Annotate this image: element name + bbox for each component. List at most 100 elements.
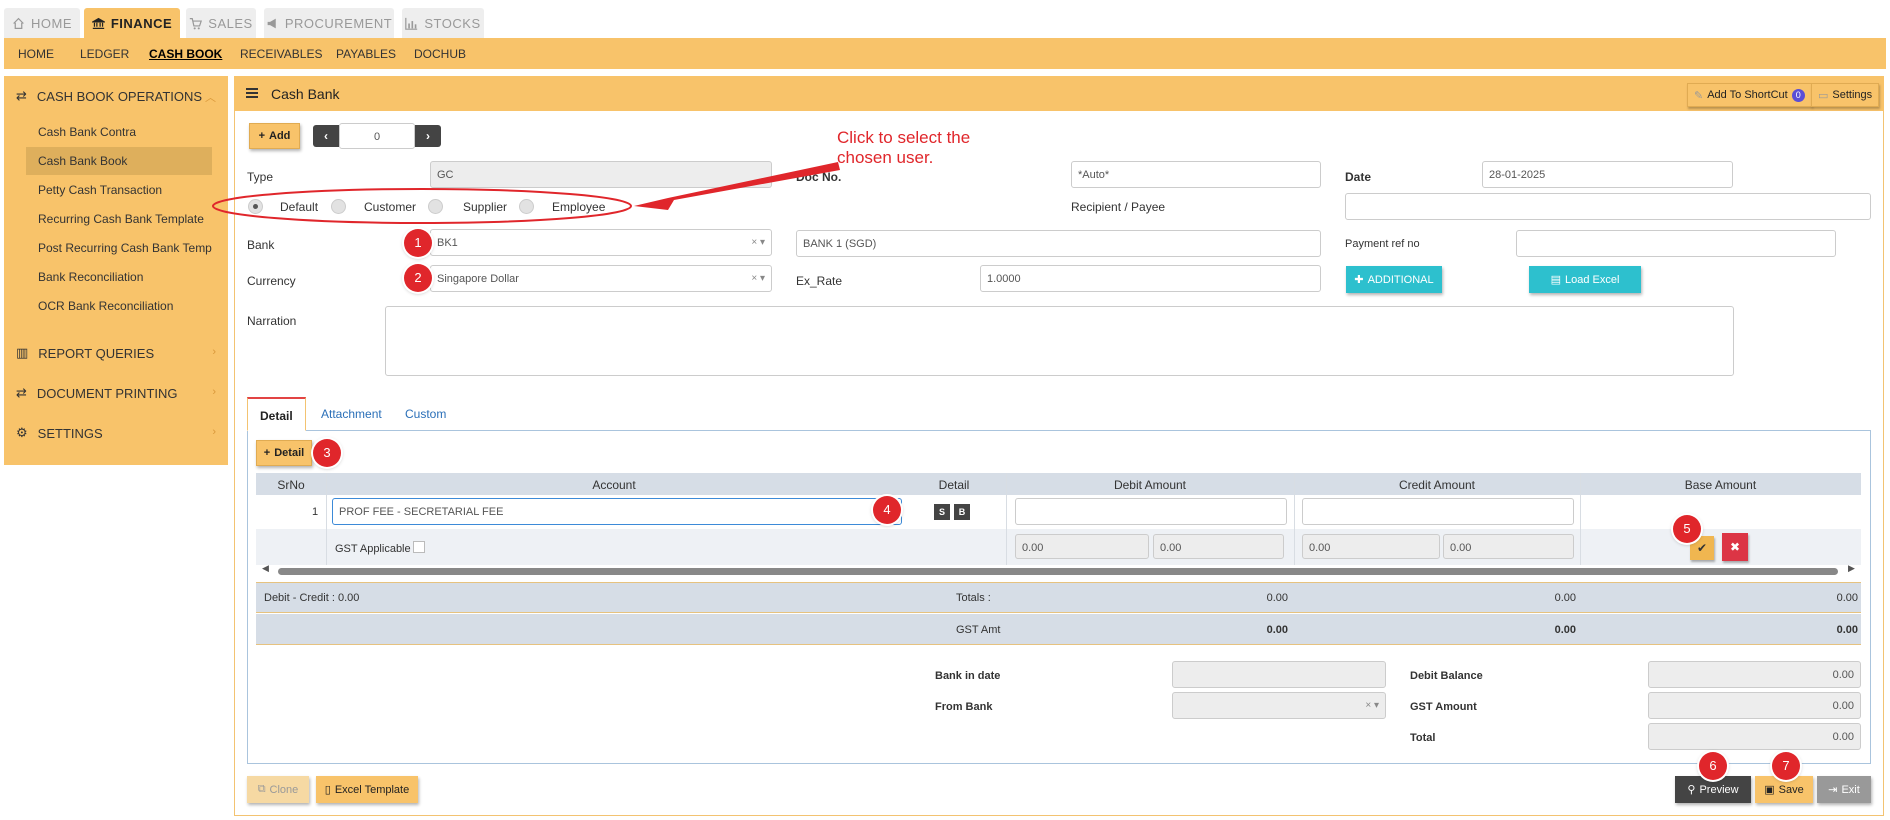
radio-supplier[interactable] bbox=[428, 199, 443, 214]
radio-employee[interactable] bbox=[519, 199, 534, 214]
excel-template-button[interactable]: ▯ Excel Template bbox=[316, 776, 418, 803]
annotation-text-line2: chosen user. bbox=[837, 148, 934, 167]
gst-credit-input-2[interactable]: 0.00 bbox=[1443, 534, 1574, 559]
sidebar-item-post-recurring[interactable]: Post Recurring Cash Bank Templ... bbox=[26, 234, 212, 262]
add-detail-button[interactable]: + Detail bbox=[256, 440, 312, 466]
radio-default-label: Default bbox=[280, 200, 319, 214]
gst-applicable-checkbox[interactable] bbox=[413, 541, 425, 553]
module-tab-label: SALES bbox=[208, 15, 253, 31]
annotation-text-line1: Click to select the bbox=[837, 128, 971, 147]
module-tab-procurement[interactable]: PROCUREMENT bbox=[264, 8, 394, 38]
bank-in-date-input[interactable] bbox=[1172, 661, 1386, 688]
account-input[interactable]: PROF FEE - SECRETARIAL FEE bbox=[332, 498, 902, 525]
sidebar-item-bank-reconciliation[interactable]: Bank Reconciliation bbox=[26, 263, 212, 291]
totals-label: Totals : bbox=[956, 592, 991, 604]
payment-ref-input[interactable] bbox=[1516, 230, 1836, 257]
menu-icon[interactable] bbox=[246, 88, 258, 98]
from-bank-select[interactable] bbox=[1172, 692, 1386, 719]
debit-amount-input[interactable] bbox=[1015, 498, 1287, 525]
tab-detail[interactable]: Detail bbox=[247, 397, 306, 431]
narration-textarea[interactable] bbox=[385, 306, 1734, 376]
sidebar-item-petty-cash[interactable]: Petty Cash Transaction bbox=[26, 176, 212, 204]
load-excel-button[interactable]: ▤ Load Excel bbox=[1529, 266, 1641, 293]
chevron-up-icon: ︿ bbox=[205, 92, 216, 104]
gst-debit-input-1[interactable]: 0.00 bbox=[1015, 534, 1149, 559]
bank-name-input[interactable]: BANK 1 (SGD) bbox=[796, 230, 1321, 257]
preview-button[interactable]: ⚲ Preview bbox=[1675, 776, 1751, 803]
date-label: Date bbox=[1345, 170, 1372, 184]
gst-debit: 0.00 bbox=[1266, 624, 1288, 636]
col-detail: Detail bbox=[938, 478, 970, 492]
tab-custom[interactable]: Custom bbox=[405, 397, 446, 431]
module-tab-sales[interactable]: SALES bbox=[186, 8, 256, 38]
save-button[interactable]: ▣ Save bbox=[1755, 776, 1813, 803]
subnav-payables[interactable]: PAYABLES bbox=[336, 47, 396, 61]
type-select[interactable]: GC bbox=[430, 161, 772, 188]
exit-label: Exit bbox=[1841, 783, 1860, 796]
s-button[interactable]: S bbox=[934, 504, 950, 520]
module-tab-finance[interactable]: FINANCE bbox=[84, 8, 180, 38]
ex-rate-input[interactable]: 1.0000 bbox=[980, 265, 1321, 292]
sidebar-item-ocr-bank-reconciliation[interactable]: OCR Bank Reconciliation bbox=[26, 292, 212, 320]
module-tab-label: PROCUREMENT bbox=[284, 15, 393, 31]
radio-supplier-label: Supplier bbox=[463, 200, 508, 214]
subnav-home[interactable]: HOME bbox=[18, 47, 54, 61]
subnav-ledger[interactable]: LEDGER bbox=[80, 47, 129, 61]
subnav-cash-book[interactable]: CASH BOOK bbox=[149, 47, 222, 61]
currency-select[interactable]: Singapore Dollar bbox=[430, 265, 772, 292]
radio-customer[interactable] bbox=[331, 199, 346, 214]
sidebar-section-cash-book-operations[interactable]: ⇄ CASH BOOK OPERATIONS bbox=[16, 88, 202, 104]
doc-no-input[interactable]: *Auto* bbox=[1071, 161, 1321, 188]
swap-icon: ⇄ bbox=[16, 385, 27, 400]
gst-amount-input[interactable]: 0.00 bbox=[1648, 692, 1861, 719]
add-button[interactable]: + Add bbox=[249, 123, 300, 149]
subnav-receivables[interactable]: RECEIVABLES bbox=[240, 47, 322, 61]
scrollbar-thumb[interactable] bbox=[278, 568, 1838, 575]
prev-record-button[interactable]: ‹ bbox=[313, 125, 339, 147]
gst-amt-row bbox=[256, 614, 1861, 645]
plus-icon: + bbox=[258, 130, 266, 142]
recipient-input[interactable] bbox=[1345, 193, 1871, 220]
scroll-right-icon[interactable]: ▶ bbox=[1848, 563, 1855, 574]
bank-icon bbox=[91, 17, 105, 29]
settings-button[interactable]: ▭ Settings bbox=[1811, 83, 1880, 107]
module-tab-stocks[interactable]: STOCKS bbox=[402, 8, 484, 38]
gst-base: 0.00 bbox=[1836, 624, 1858, 636]
page-title: Cash Bank bbox=[271, 86, 340, 102]
sidebar-item-cash-bank-contra[interactable]: Cash Bank Contra bbox=[26, 118, 212, 146]
add-to-shortcut-button[interactable]: ✎ Add To ShortCut 0 bbox=[1687, 83, 1812, 107]
grid-divider bbox=[1580, 473, 1581, 565]
sidebar-item-cash-bank-book[interactable]: Cash Bank Book bbox=[26, 147, 212, 175]
next-record-button[interactable]: › bbox=[415, 125, 441, 147]
module-tab-label: STOCKS bbox=[424, 15, 481, 31]
delete-row-button[interactable]: ✖ bbox=[1722, 533, 1748, 561]
megaphone-icon bbox=[267, 18, 276, 28]
debit-balance-input[interactable]: 0.00 bbox=[1648, 661, 1861, 688]
module-tab-home[interactable]: HOME bbox=[4, 8, 80, 38]
grid-divider bbox=[326, 473, 327, 565]
radio-default[interactable] bbox=[248, 199, 263, 214]
tab-attachment[interactable]: Attachment bbox=[321, 397, 382, 431]
credit-amount-input[interactable] bbox=[1302, 498, 1574, 525]
sidebar-section-report-queries[interactable]: ▥ REPORT QUERIES bbox=[16, 345, 154, 361]
exit-button[interactable]: ⇥ Exit bbox=[1817, 776, 1871, 803]
total-credit: 0.00 bbox=[1554, 592, 1576, 604]
record-number-input[interactable]: 0 bbox=[339, 123, 415, 149]
total-input[interactable]: 0.00 bbox=[1648, 723, 1861, 750]
b-button[interactable]: B bbox=[954, 504, 970, 520]
gst-credit-input-1[interactable]: 0.00 bbox=[1302, 534, 1440, 559]
date-input[interactable]: 28-01-2025 bbox=[1482, 161, 1733, 188]
sidebar-section-document-printing[interactable]: ⇄ DOCUMENT PRINTING bbox=[16, 385, 178, 401]
sidebar-item-recurring-template[interactable]: Recurring Cash Bank Template bbox=[26, 205, 212, 233]
bank-select[interactable]: BK1 bbox=[430, 229, 772, 256]
horizontal-scrollbar[interactable]: ◀ ▶ bbox=[256, 563, 1861, 577]
clone-button[interactable]: ⧉ Clone bbox=[247, 776, 309, 803]
col-srno: SrNo bbox=[277, 478, 305, 492]
clone-label: Clone bbox=[269, 783, 299, 796]
subnav-dochub[interactable]: DOCHUB bbox=[414, 47, 466, 61]
gst-debit-input-2[interactable]: 0.00 bbox=[1153, 534, 1284, 559]
sidebar-section-settings[interactable]: ⚙ SETTINGS bbox=[16, 425, 103, 441]
additional-button[interactable]: ✚ ADDITIONAL bbox=[1346, 266, 1442, 293]
currency-label: Currency bbox=[247, 274, 296, 288]
scroll-left-icon[interactable]: ◀ bbox=[262, 563, 269, 574]
